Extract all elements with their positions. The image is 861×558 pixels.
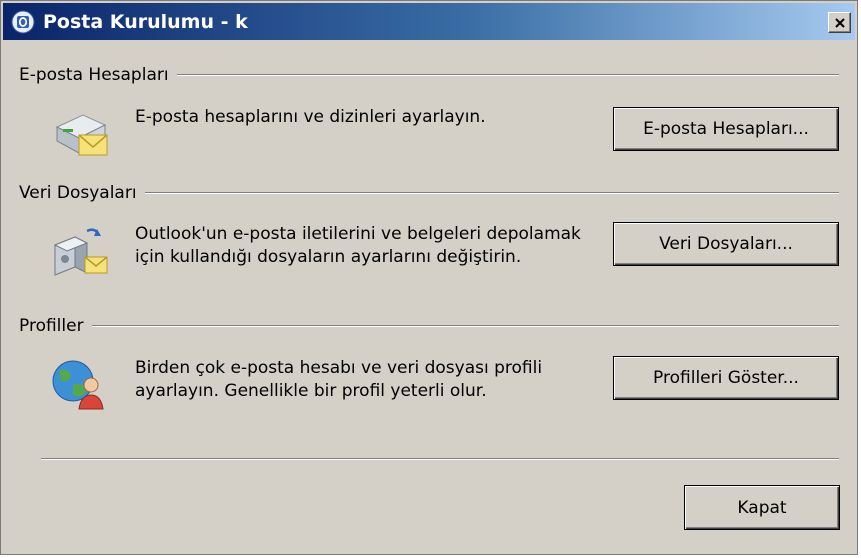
email-accounts-group: E-posta Hesapları	[19, 64, 839, 86]
data-files-button[interactable]: Veri Dosyaları...	[613, 222, 839, 266]
close-icon	[834, 17, 845, 28]
data-files-header: Veri Dosyaları	[19, 183, 137, 203]
profiles-description: Birden çok e-posta hesabı ve veri dosyas…	[135, 358, 543, 401]
group-divider	[144, 192, 839, 194]
email-accounts-description: E-posta hesaplarını ve dizinleri ayarlay…	[135, 107, 486, 127]
mail-setup-dialog: Posta Kurulumu - k E-posta Hesapları E-p…	[0, 0, 858, 555]
email-accounts-header: E-posta Hesapları	[19, 65, 169, 85]
show-profiles-button[interactable]: Profilleri Göster...	[613, 356, 839, 400]
data-files-description: Outlook'un e-posta iletilerini ve belgel…	[135, 224, 581, 267]
profiles-header: Profiller	[19, 316, 84, 336]
group-divider	[176, 74, 839, 76]
email-accounts-icon	[49, 105, 113, 161]
close-button[interactable]	[828, 12, 851, 33]
outlook-icon	[11, 10, 35, 34]
title-bar[interactable]: Posta Kurulumu - k	[3, 3, 855, 40]
group-divider	[91, 325, 839, 327]
profiles-icon	[49, 355, 111, 413]
data-files-group: Veri Dosyaları	[19, 182, 839, 204]
footer-divider	[41, 458, 839, 460]
data-files-icon	[49, 223, 113, 283]
profiles-group: Profiller	[19, 315, 839, 337]
window-title: Posta Kurulumu - k	[43, 11, 248, 33]
email-accounts-button[interactable]: E-posta Hesapları...	[613, 107, 839, 151]
close-dialog-button[interactable]: Kapat	[684, 485, 840, 530]
